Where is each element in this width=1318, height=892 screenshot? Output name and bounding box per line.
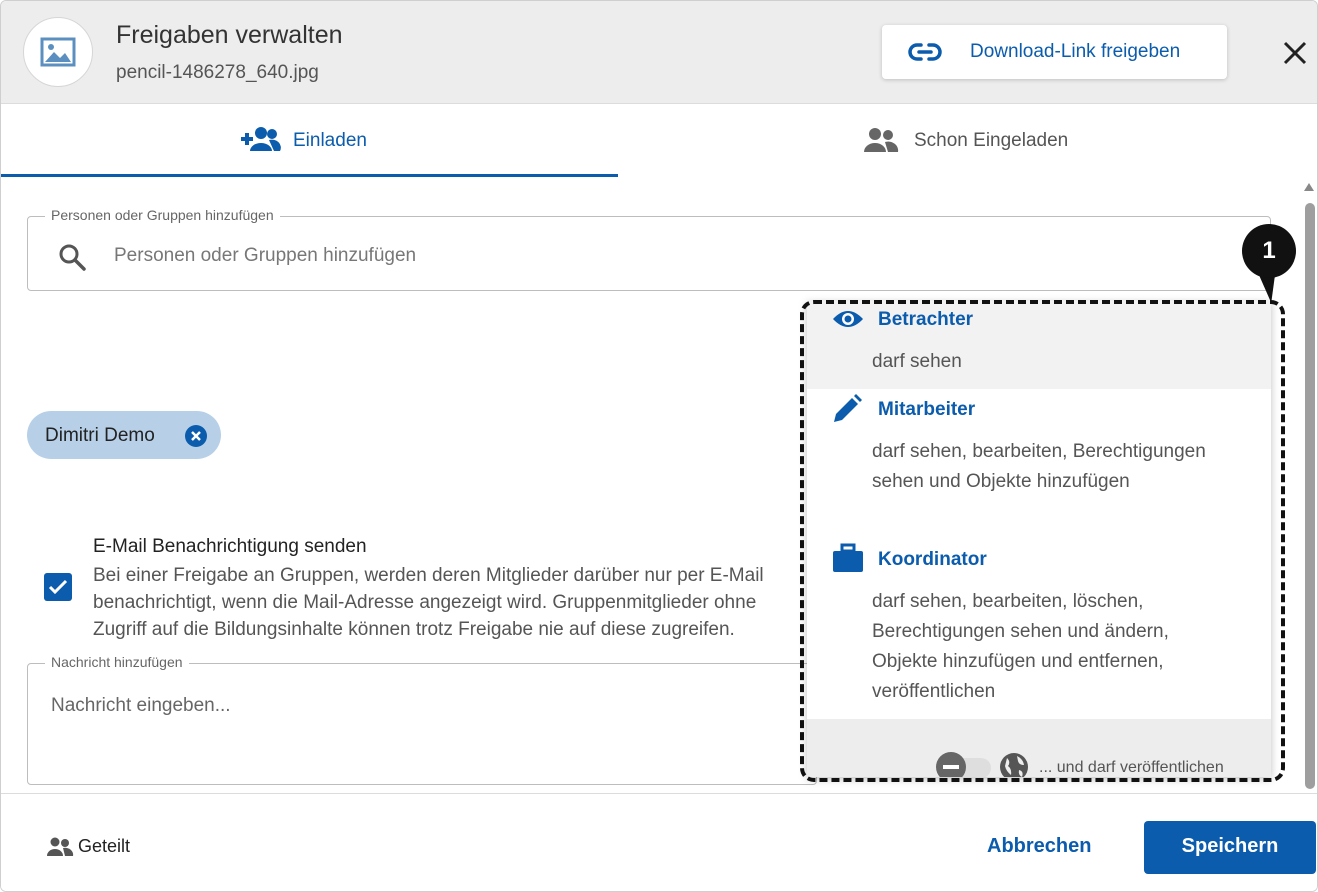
role-option-koordinator[interactable]: Koordinator darf sehen, bearbeiten, lösc… xyxy=(807,539,1271,719)
scroll-up-arrow[interactable] xyxy=(1304,183,1314,191)
file-name: pencil-1486278_640.jpg xyxy=(116,62,319,83)
role-dropdown: Betrachter darf sehen Mitarbeiter darf s… xyxy=(807,301,1271,777)
message-field[interactable] xyxy=(27,663,817,785)
add-group-icon xyxy=(241,127,281,151)
dialog-footer xyxy=(1,793,1317,891)
link-icon xyxy=(908,43,942,61)
search-placeholder: Personen oder Gruppen hinzufügen xyxy=(114,245,417,266)
download-link-button[interactable]: Download-Link freigeben xyxy=(882,25,1227,79)
search-icon xyxy=(59,244,86,271)
pencil-icon xyxy=(834,394,862,422)
role-option-betrachter[interactable]: Betrachter darf sehen xyxy=(807,301,1271,389)
minus-icon xyxy=(943,765,959,769)
image-icon xyxy=(40,37,76,67)
role-description: darf sehen xyxy=(872,351,962,372)
publish-label: ... und darf veröffentlichen xyxy=(1039,759,1224,776)
role-name: Betrachter xyxy=(878,309,974,330)
dialog-title: Freigaben verwalten xyxy=(116,21,343,49)
role-option-mitarbeiter[interactable]: Mitarbeiter darf sehen, bearbeiten, Bere… xyxy=(807,389,1271,539)
cancel-button[interactable]: Abbrechen xyxy=(971,821,1105,873)
recipient-chip-label: Dimitri Demo xyxy=(45,425,155,446)
publish-row: ... und darf veröffentlichen xyxy=(807,719,1271,777)
shared-status-label: Geteilt xyxy=(78,836,131,856)
eye-icon xyxy=(833,311,863,327)
share-dialog: Freigaben verwalten pencil-1486278_640.j… xyxy=(0,0,1318,892)
tab-bar: Einladen Schon Eingeladen xyxy=(1,105,1317,177)
dialog-header: Freigaben verwalten pencil-1486278_640.j… xyxy=(1,1,1317,104)
scrollbar-thumb[interactable] xyxy=(1305,203,1315,789)
save-button-label: Speichern xyxy=(1181,835,1279,857)
email-notification-title: E-Mail Benachrichtigung senden xyxy=(93,536,367,557)
group-icon xyxy=(864,128,899,152)
remove-chip-icon[interactable] xyxy=(184,424,208,448)
email-notification-checkbox[interactable] xyxy=(44,573,72,601)
callout-badge: 1 xyxy=(1242,224,1296,278)
message-legend: Nachricht hinzufügen xyxy=(45,654,189,670)
globe-icon xyxy=(1000,753,1028,777)
checkmark-icon xyxy=(48,579,68,595)
search-legend: Personen oder Gruppen hinzufügen xyxy=(45,207,280,223)
download-link-label: Download-Link freigeben xyxy=(970,41,1181,62)
role-description: darf sehen, bearbeiten, Berechtigungen s… xyxy=(872,441,1206,492)
email-notification-description: Bei einer Freigabe an Gruppen, werden de… xyxy=(93,565,764,640)
role-description: darf sehen, bearbeiten, löschen, Berecht… xyxy=(872,591,1169,702)
close-icon[interactable] xyxy=(1279,37,1311,69)
group-icon xyxy=(47,837,74,856)
tab-einladen-label: Einladen xyxy=(293,130,367,151)
save-button[interactable]: Speichern xyxy=(1144,821,1316,874)
toggle-knob[interactable] xyxy=(936,752,966,777)
cancel-button-label: Abbrechen xyxy=(987,835,1092,857)
image-thumbnail xyxy=(23,17,93,87)
tab-schon-eingeladen[interactable]: Schon Eingeladen xyxy=(618,105,1317,177)
tab-einladen[interactable]: Einladen xyxy=(1,105,618,177)
role-name: Mitarbeiter xyxy=(878,399,976,420)
tab-schon-eingeladen-label: Schon Eingeladen xyxy=(914,130,1069,151)
role-name: Koordinator xyxy=(878,549,987,570)
message-placeholder: Nachricht eingeben... xyxy=(51,695,231,716)
briefcase-icon xyxy=(833,543,863,572)
